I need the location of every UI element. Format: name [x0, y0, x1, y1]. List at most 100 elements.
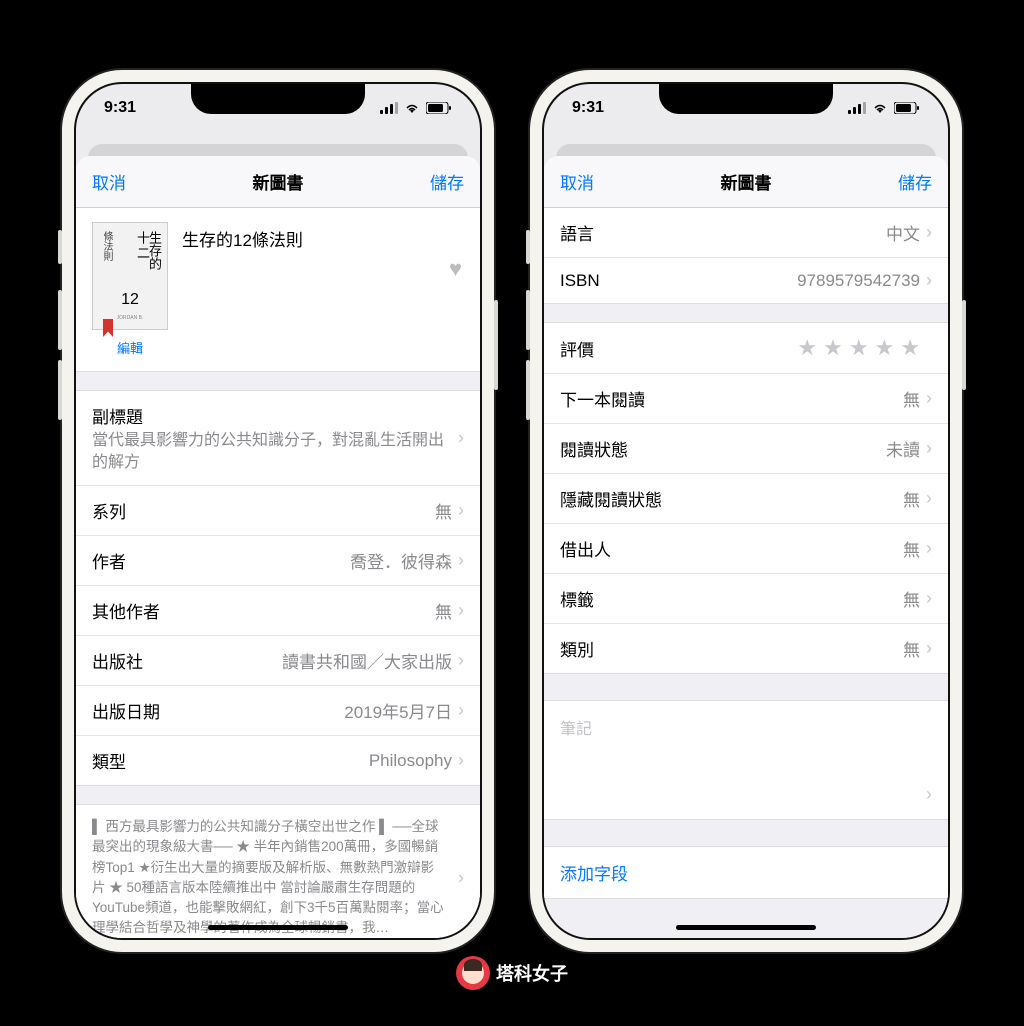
screen-left: 9:31 取消 新圖書 儲存 條法則	[74, 82, 482, 940]
cover-text: 12	[121, 291, 139, 309]
row-isbn[interactable]: ISBN 9789579542739 ›	[544, 257, 948, 303]
side-button	[58, 290, 62, 350]
chevron-right-icon: ›	[926, 222, 932, 243]
side-button	[58, 230, 62, 264]
field-label: 隱藏閱讀狀態	[560, 486, 662, 511]
chevron-right-icon: ›	[458, 864, 464, 891]
battery-icon	[426, 102, 452, 114]
notch	[191, 84, 365, 114]
status-icons	[380, 102, 452, 114]
content-right[interactable]: 語言 中文 › ISBN 9789579542739 › 評價 ★★★★★	[544, 208, 948, 938]
chevron-right-icon: ›	[926, 638, 932, 659]
edit-cover-button[interactable]: 編輯	[92, 338, 168, 357]
field-value: 未讀	[628, 436, 926, 461]
modal-left: 取消 新圖書 儲存 條法則 十二 生存的 12 JORDAN B.	[76, 156, 480, 938]
description-block[interactable]: ▌ 西方最具影響力的公共知識分子橫空出世之作 ▌ ──全球最突出的現象級大書──…	[76, 804, 480, 938]
side-button	[526, 360, 530, 420]
header-group: 條法則 十二 生存的 12 JORDAN B. 編輯 生存的12條法則	[76, 208, 480, 372]
chevron-right-icon: ›	[926, 388, 932, 409]
screen-right: 9:31 取消 新圖書 儲存 語言 中文 ›	[542, 82, 950, 940]
page-title: 新圖書	[253, 169, 304, 194]
fields-group-1: 副標題 當代最具影響力的公共知識分子，對混亂生活開出的解方 › 系列 無 › 作…	[76, 390, 480, 786]
notes-field[interactable]: 筆記 ›	[544, 700, 948, 820]
status-time: 9:31	[104, 99, 136, 117]
cover-text: JORDAN B.	[117, 315, 144, 321]
field-value: 喬登．彼得森	[126, 548, 458, 573]
field-value: 無	[160, 598, 458, 623]
row-hide-status[interactable]: 隱藏閱讀狀態 無 ›	[544, 473, 948, 523]
chevron-right-icon: ›	[458, 700, 464, 721]
navbar: 取消 新圖書 儲存	[544, 156, 948, 208]
field-value: 無	[594, 636, 926, 661]
row-tags[interactable]: 標籤 無 ›	[544, 573, 948, 623]
add-field-button[interactable]: 添加字段	[544, 846, 948, 899]
watermark: 塔科女子	[456, 956, 568, 990]
chevron-right-icon: ›	[458, 500, 464, 521]
row-rating[interactable]: 評價 ★★★★★	[544, 323, 948, 373]
add-field-label: 添加字段	[560, 865, 628, 884]
field-value: Philosophy	[126, 751, 458, 771]
field-value: 讀書共和國／大家出版	[143, 648, 458, 673]
field-value: 無	[611, 536, 926, 561]
field-label: 標籤	[560, 586, 594, 611]
rating-stars[interactable]: ★★★★★	[594, 335, 932, 361]
row-lent-to[interactable]: 借出人 無 ›	[544, 523, 948, 573]
field-label: 出版社	[92, 648, 143, 673]
field-label: 系列	[92, 498, 126, 523]
row-genre[interactable]: 類型 Philosophy ›	[76, 735, 480, 785]
chevron-right-icon: ›	[926, 270, 932, 291]
field-value: 無	[126, 498, 458, 523]
field-label: 作者	[92, 548, 126, 573]
phone-right: 9:31 取消 新圖書 儲存 語言 中文 ›	[530, 70, 962, 952]
title-area[interactable]: 生存的12條法則	[182, 222, 464, 357]
home-indicator[interactable]	[208, 925, 348, 930]
book-title: 生存的12條法則	[182, 226, 464, 251]
field-value: 當代最具影響力的公共知識分子，對混亂生活開出的解方	[92, 430, 444, 473]
watermark-text: 塔科女子	[496, 960, 568, 986]
row-author[interactable]: 作者 喬登．彼得森 ›	[76, 535, 480, 585]
home-indicator[interactable]	[676, 925, 816, 930]
field-value: 中文	[594, 220, 926, 245]
field-value: 無	[662, 486, 926, 511]
cancel-button[interactable]: 取消	[92, 169, 126, 194]
row-subtitle[interactable]: 副標題 當代最具影響力的公共知識分子，對混亂生活開出的解方 ›	[76, 391, 480, 485]
row-publisher[interactable]: 出版社 讀書共和國／大家出版 ›	[76, 635, 480, 685]
save-button[interactable]: 儲存	[898, 169, 932, 194]
book-cover[interactable]: 條法則 十二 生存的 12 JORDAN B.	[92, 222, 168, 330]
book-header: 條法則 十二 生存的 12 JORDAN B. 編輯 生存的12條法則	[76, 208, 480, 371]
row-read-status[interactable]: 閱讀狀態 未讀 ›	[544, 423, 948, 473]
chevron-right-icon: ›	[926, 438, 932, 459]
field-label: 借出人	[560, 536, 611, 561]
description-text: ▌ 西方最具影響力的公共知識分子橫空出世之作 ▌ ──全球最突出的現象級大書──…	[92, 819, 444, 935]
heart-icon[interactable]: ♥	[449, 256, 462, 282]
field-label: 語言	[560, 220, 594, 245]
field-label: 閱讀狀態	[560, 436, 628, 461]
chevron-right-icon: ›	[926, 588, 932, 609]
chevron-right-icon: ›	[926, 784, 932, 805]
field-label: 評價	[560, 336, 594, 361]
save-button[interactable]: 儲存	[430, 169, 464, 194]
watermark-icon	[456, 956, 490, 990]
field-value: 9789579542739	[600, 271, 926, 291]
row-next-read[interactable]: 下一本閱讀 無 ›	[544, 373, 948, 423]
notch	[659, 84, 833, 114]
row-other-authors[interactable]: 其他作者 無 ›	[76, 585, 480, 635]
side-button	[58, 360, 62, 420]
cancel-button[interactable]: 取消	[560, 169, 594, 194]
page-title: 新圖書	[721, 169, 772, 194]
fields-group-mid: 評價 ★★★★★ 下一本閱讀 無 › 閱讀狀態 未讀 › 隱藏閱讀狀態	[544, 322, 948, 674]
status-icons	[848, 102, 920, 114]
row-language[interactable]: 語言 中文 ›	[544, 208, 948, 257]
field-label: 下一本閱讀	[560, 386, 645, 411]
row-series[interactable]: 系列 無 ›	[76, 485, 480, 535]
chevron-right-icon: ›	[926, 488, 932, 509]
cover-column: 條法則 十二 生存的 12 JORDAN B. 編輯	[92, 222, 168, 357]
row-pubdate[interactable]: 出版日期 2019年5月7日 ›	[76, 685, 480, 735]
cover-text: 生存的	[147, 231, 161, 270]
phone-left: 9:31 取消 新圖書 儲存 條法則	[62, 70, 494, 952]
wifi-icon	[872, 102, 888, 114]
row-category[interactable]: 類別 無 ›	[544, 623, 948, 673]
signal-icon	[380, 102, 398, 114]
bookmark-icon	[103, 319, 113, 337]
content-left[interactable]: 條法則 十二 生存的 12 JORDAN B. 編輯 生存的12條法則	[76, 208, 480, 938]
